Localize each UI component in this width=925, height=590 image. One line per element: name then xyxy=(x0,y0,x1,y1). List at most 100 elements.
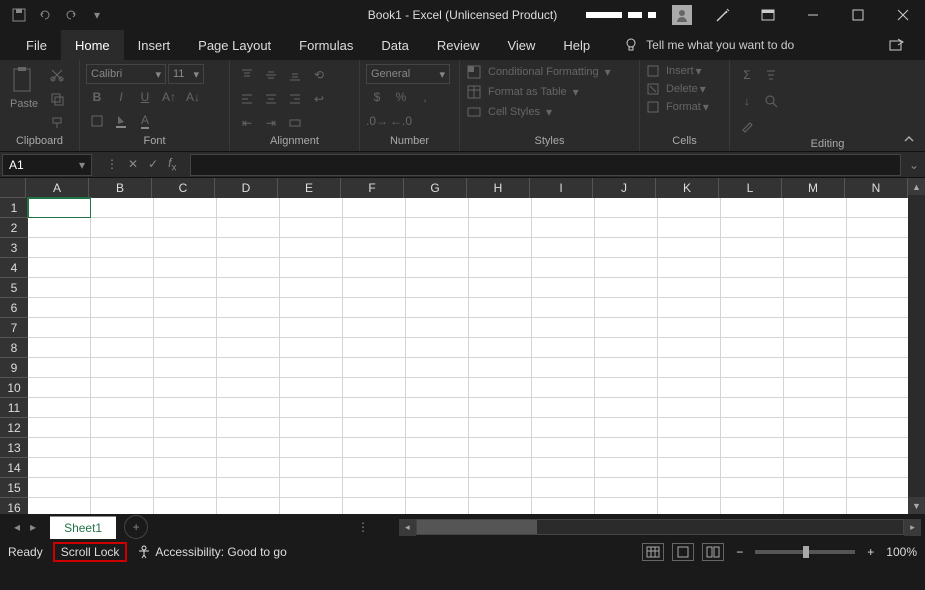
format-painter-icon[interactable] xyxy=(46,112,68,134)
comma-format-icon[interactable]: , xyxy=(414,86,436,108)
cell[interactable] xyxy=(469,438,532,458)
cell[interactable] xyxy=(721,238,784,258)
cell[interactable] xyxy=(217,498,280,514)
cell[interactable] xyxy=(721,378,784,398)
cell[interactable] xyxy=(406,418,469,438)
cell[interactable] xyxy=(154,378,217,398)
row-header[interactable]: 14 xyxy=(0,458,28,478)
cell[interactable] xyxy=(469,338,532,358)
decrease-indent-icon[interactable]: ⇤ xyxy=(236,112,258,134)
formula-input[interactable] xyxy=(190,154,900,176)
cell[interactable] xyxy=(658,438,721,458)
cell[interactable] xyxy=(343,278,406,298)
cell[interactable] xyxy=(658,498,721,514)
cell[interactable] xyxy=(469,378,532,398)
cell[interactable] xyxy=(595,378,658,398)
cell[interactable] xyxy=(406,358,469,378)
cell[interactable] xyxy=(595,218,658,238)
column-header[interactable]: N xyxy=(845,178,908,198)
cell[interactable] xyxy=(154,318,217,338)
cell[interactable] xyxy=(280,238,343,258)
cell[interactable] xyxy=(28,358,91,378)
cell[interactable] xyxy=(595,358,658,378)
accessibility-status[interactable]: Accessibility: Good to go xyxy=(137,545,286,559)
format-cells-button[interactable]: Format▾ xyxy=(646,100,709,114)
cell[interactable] xyxy=(343,318,406,338)
cell[interactable] xyxy=(28,238,91,258)
find-select-icon[interactable] xyxy=(760,90,782,112)
cell[interactable] xyxy=(280,458,343,478)
cell[interactable] xyxy=(280,438,343,458)
cell[interactable] xyxy=(343,238,406,258)
tell-me-search[interactable]: Tell me what you want to do xyxy=(624,38,794,52)
cell[interactable] xyxy=(721,478,784,498)
cell[interactable] xyxy=(91,318,154,338)
cell[interactable] xyxy=(532,358,595,378)
cell[interactable] xyxy=(343,298,406,318)
cell[interactable] xyxy=(532,198,595,218)
enter-formula-icon[interactable]: ✓ xyxy=(148,157,158,171)
column-header[interactable]: M xyxy=(782,178,845,198)
cell[interactable] xyxy=(91,358,154,378)
cell[interactable] xyxy=(784,318,847,338)
cell[interactable] xyxy=(280,258,343,278)
cell[interactable] xyxy=(280,498,343,514)
cell[interactable] xyxy=(721,258,784,278)
cell[interactable] xyxy=(91,478,154,498)
cell[interactable] xyxy=(217,218,280,238)
cell[interactable] xyxy=(343,218,406,238)
page-break-view-button[interactable] xyxy=(702,543,724,561)
cell[interactable] xyxy=(91,278,154,298)
cell[interactable] xyxy=(532,218,595,238)
format-as-table-button[interactable]: Format as Table▾ xyxy=(466,84,611,100)
cell[interactable] xyxy=(91,198,154,218)
cell[interactable] xyxy=(28,458,91,478)
cell[interactable] xyxy=(343,438,406,458)
wrap-text-icon[interactable]: ↩ xyxy=(308,88,330,110)
sheet-tab[interactable]: Sheet1 xyxy=(50,516,116,539)
cell[interactable] xyxy=(658,218,721,238)
cell[interactable] xyxy=(406,198,469,218)
cell[interactable] xyxy=(217,198,280,218)
cell[interactable] xyxy=(721,218,784,238)
cell[interactable] xyxy=(91,498,154,514)
cell[interactable] xyxy=(784,438,847,458)
cell[interactable] xyxy=(469,198,532,218)
row-header[interactable]: 8 xyxy=(0,338,28,358)
cell[interactable] xyxy=(532,378,595,398)
cell[interactable] xyxy=(91,378,154,398)
cell[interactable] xyxy=(469,238,532,258)
cell[interactable] xyxy=(532,278,595,298)
wand-icon[interactable] xyxy=(700,0,745,30)
column-header[interactable]: D xyxy=(215,178,278,198)
cell[interactable] xyxy=(406,298,469,318)
italic-icon[interactable]: I xyxy=(110,86,132,108)
cell[interactable] xyxy=(532,458,595,478)
cell[interactable] xyxy=(595,258,658,278)
cell[interactable] xyxy=(28,338,91,358)
collapse-ribbon-icon[interactable] xyxy=(903,133,915,145)
sort-filter-icon[interactable] xyxy=(760,64,782,86)
align-bottom-icon[interactable] xyxy=(284,64,306,86)
tab-data[interactable]: Data xyxy=(367,30,422,60)
cell[interactable] xyxy=(217,458,280,478)
cell[interactable] xyxy=(847,238,908,258)
cell[interactable] xyxy=(784,378,847,398)
cell[interactable] xyxy=(784,198,847,218)
cell-styles-button[interactable]: Cell Styles▾ xyxy=(466,104,611,120)
cell[interactable] xyxy=(658,198,721,218)
cell[interactable] xyxy=(595,498,658,514)
zoom-out-button[interactable]: − xyxy=(736,545,743,559)
cell[interactable] xyxy=(154,218,217,238)
cell[interactable] xyxy=(721,338,784,358)
name-box[interactable]: A1▾ xyxy=(2,154,92,176)
cell[interactable] xyxy=(28,378,91,398)
page-layout-view-button[interactable] xyxy=(672,543,694,561)
tab-help[interactable]: Help xyxy=(549,30,604,60)
cell[interactable] xyxy=(280,318,343,338)
autosum-icon[interactable]: Σ xyxy=(736,64,758,86)
cell[interactable] xyxy=(595,198,658,218)
cell[interactable] xyxy=(406,338,469,358)
column-header[interactable]: G xyxy=(404,178,467,198)
user-avatar[interactable] xyxy=(672,5,692,25)
